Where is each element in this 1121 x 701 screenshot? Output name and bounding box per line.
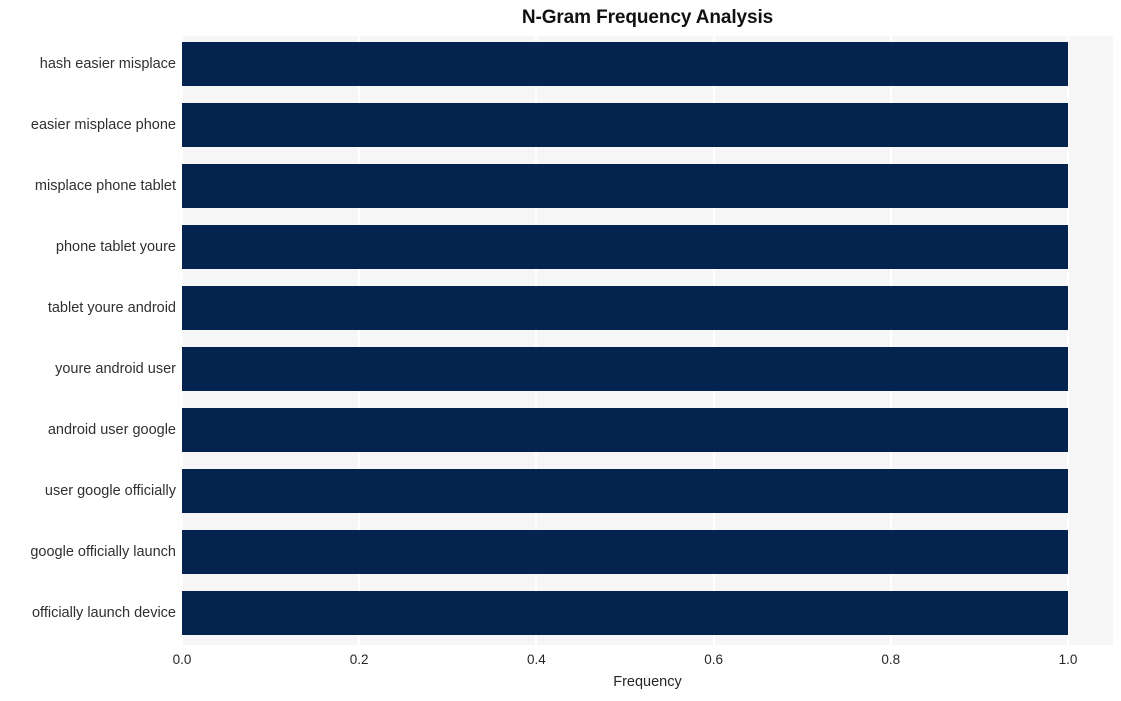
x-tick-label: 1.0	[1058, 652, 1078, 667]
bar[interactable]	[182, 590, 1068, 635]
x-tick-label: 0.6	[704, 652, 723, 667]
bar[interactable]	[182, 225, 1068, 270]
bar[interactable]	[182, 286, 1068, 331]
bar-row	[182, 529, 1113, 574]
bar-row	[182, 42, 1113, 87]
y-tick-label: tablet youre android	[47, 300, 176, 317]
bar[interactable]	[182, 42, 1068, 87]
bars-layer	[182, 36, 1113, 645]
bar-row	[182, 164, 1113, 209]
bar-row	[182, 468, 1113, 513]
y-tick-label: phone tablet youre	[55, 239, 176, 256]
y-tick-label: youre android user	[55, 360, 176, 377]
x-axis-tick-labels: 0.0 0.2 0.4 0.6 0.8 1.0	[0, 652, 1121, 672]
bar-row	[182, 407, 1113, 452]
plot-area	[181, 36, 1113, 645]
y-tick-label: misplace phone tablet	[34, 178, 176, 195]
x-axis-label: Frequency	[613, 674, 682, 690]
chart-figure: N-Gram Frequency Analysis hash easier mi…	[0, 0, 1121, 701]
x-tick-label: 0.2	[349, 652, 369, 667]
y-axis-tick-labels: hash easier misplace easier misplace phon…	[0, 36, 176, 645]
bar-row	[182, 346, 1113, 391]
x-tick-label: 0.0	[172, 652, 192, 667]
x-tick-label: 0.8	[881, 652, 901, 667]
y-tick-label: user google officially	[44, 482, 176, 499]
y-tick-label: google officially launch	[30, 543, 176, 560]
bar[interactable]	[182, 164, 1068, 209]
bar[interactable]	[182, 407, 1068, 452]
x-tick-label: 0.4	[527, 652, 546, 667]
y-tick-label: easier misplace phone	[30, 117, 176, 134]
y-tick-label: hash easier misplace	[39, 56, 176, 73]
bar-row	[182, 225, 1113, 270]
y-tick-label: android user google	[47, 421, 176, 438]
bar-row	[182, 286, 1113, 331]
bar-row	[182, 590, 1113, 635]
bar[interactable]	[182, 103, 1068, 148]
bar[interactable]	[182, 346, 1068, 391]
bar[interactable]	[182, 529, 1068, 574]
y-tick-label: officially launch device	[31, 604, 176, 621]
bar[interactable]	[182, 468, 1068, 513]
chart-title: N-Gram Frequency Analysis	[521, 7, 774, 28]
bar-row	[182, 103, 1113, 148]
